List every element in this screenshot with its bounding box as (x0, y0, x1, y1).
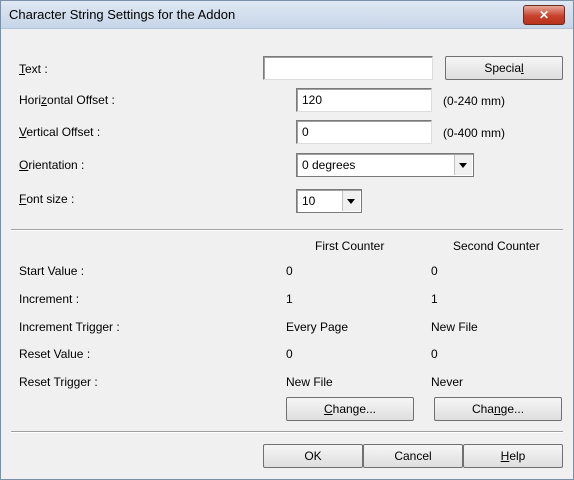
chevron-down-icon[interactable] (342, 191, 360, 211)
horizontal-offset-input[interactable] (296, 88, 432, 112)
window-title: Character String Settings for the Addon (9, 7, 236, 22)
start-value-first: 0 (286, 264, 293, 278)
start-value-label: Start Value : (19, 264, 85, 278)
horizontal-offset-label: Horizontal Offset : (19, 93, 115, 107)
increment-trigger-label: Increment Trigger : (19, 320, 120, 334)
orientation-value: 0 degrees (302, 158, 356, 172)
reset-trigger-label: Reset Trigger : (19, 375, 98, 389)
change-second-counter-button[interactable]: Change... (434, 397, 562, 421)
font-size-label: Font size : (19, 192, 75, 206)
first-counter-header: First Counter (315, 239, 385, 253)
start-value-second: 0 (431, 264, 438, 278)
increment-second: 1 (431, 292, 438, 306)
close-icon: ✕ (538, 8, 550, 22)
dialog-window: Character String Settings for the Addon … (0, 0, 574, 480)
close-button[interactable]: ✕ (523, 5, 565, 25)
text-input[interactable] (263, 56, 433, 80)
second-counter-header: Second Counter (453, 239, 540, 253)
reset-value-second: 0 (431, 347, 438, 361)
special-button[interactable]: Special (445, 56, 563, 80)
change-first-counter-button[interactable]: Change... (286, 397, 414, 421)
vertical-offset-input[interactable] (296, 120, 432, 144)
title-bar: Character String Settings for the Addon … (1, 1, 573, 29)
font-size-value: 10 (302, 194, 316, 208)
orientation-select[interactable]: 0 degrees (296, 153, 474, 177)
reset-value-label: Reset Value : (19, 347, 91, 361)
chevron-down-icon[interactable] (454, 155, 472, 175)
text-label: Text : (19, 62, 48, 76)
increment-first: 1 (286, 292, 293, 306)
help-button[interactable]: Help (463, 444, 563, 468)
reset-trigger-second: Never (431, 375, 464, 389)
font-size-select[interactable]: 10 (296, 189, 362, 213)
increment-label: Increment : (19, 292, 80, 306)
separator-top (11, 229, 563, 231)
horizontal-offset-range: (0-240 mm) (443, 94, 506, 108)
increment-trigger-second: New File (431, 320, 478, 334)
cancel-button[interactable]: Cancel (363, 444, 463, 468)
ok-button[interactable]: OK (263, 444, 363, 468)
vertical-offset-range: (0-400 mm) (443, 126, 506, 140)
increment-trigger-first: Every Page (286, 320, 349, 334)
separator-bottom (11, 431, 563, 433)
orientation-label: Orientation : (19, 158, 85, 172)
reset-trigger-first: New File (286, 375, 333, 389)
reset-value-first: 0 (286, 347, 293, 361)
vertical-offset-label: Vertical Offset : (19, 125, 101, 139)
